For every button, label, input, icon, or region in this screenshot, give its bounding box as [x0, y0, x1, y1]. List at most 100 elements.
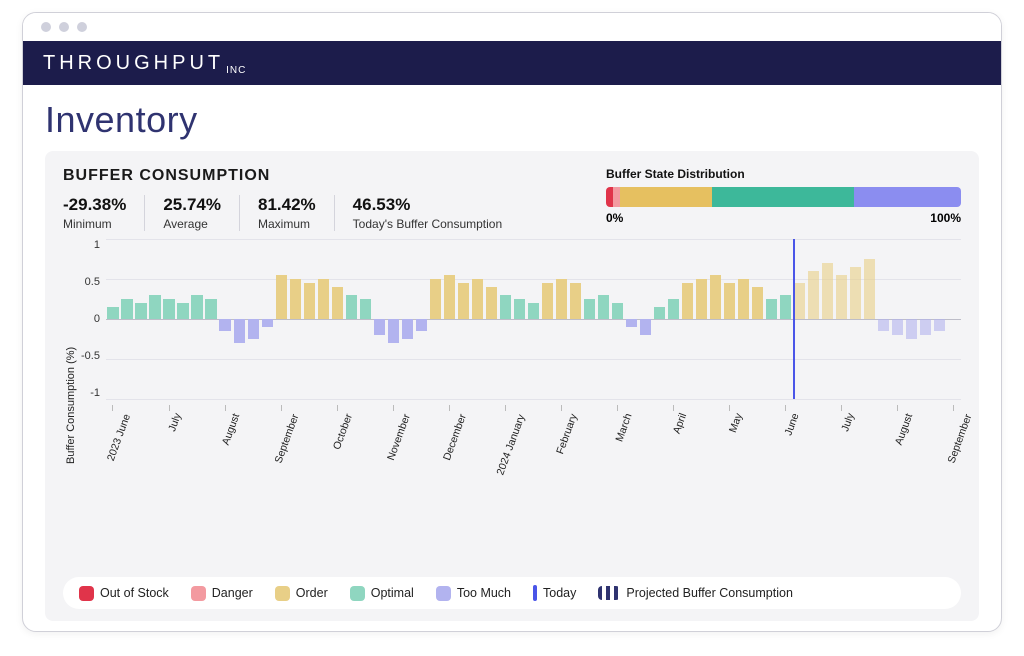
bar-col: [512, 239, 526, 399]
legend-label: Too Much: [457, 586, 511, 600]
x-tick: [512, 399, 526, 471]
distribution-bar: [606, 187, 961, 207]
bar-optimal: [500, 295, 511, 319]
bar-order: [682, 283, 693, 319]
bar-order: [276, 275, 287, 319]
legend-swatch: [436, 586, 451, 601]
x-tick: October: [330, 399, 344, 471]
bar-too_much: [878, 319, 889, 331]
bar-too_much: [402, 319, 413, 339]
x-tick: [639, 399, 653, 471]
x-tick: [793, 399, 807, 471]
distribution-segment-out_of_stock: [606, 187, 613, 207]
bar-col: [526, 239, 540, 399]
bar-order: [486, 287, 497, 319]
legend-label: Order: [296, 586, 328, 600]
x-tick: [456, 399, 470, 471]
bar-order: [850, 267, 861, 319]
bar-col: [316, 239, 330, 399]
y-axis: 10.50-0.5-1: [79, 239, 106, 399]
legend-item-optimal: Optimal: [350, 586, 414, 601]
window-dot[interactable]: [59, 22, 69, 32]
legend-label: Danger: [212, 586, 253, 600]
stat-item: -29.38% Minimum: [63, 195, 145, 231]
x-tick: [428, 399, 442, 471]
y-tick: 0.5: [81, 276, 100, 288]
bar-col: [919, 239, 933, 399]
bar-order: [738, 279, 749, 319]
page-title: Inventory: [45, 99, 979, 141]
bar-order: [794, 283, 805, 319]
bar-too_much: [234, 319, 245, 343]
bar-col: [414, 239, 428, 399]
bar-order: [696, 279, 707, 319]
panel-heading: BUFFER CONSUMPTION: [63, 167, 520, 185]
x-tick: November: [386, 399, 400, 471]
x-tick: February: [554, 399, 568, 471]
bar-order: [472, 279, 483, 319]
x-tick: [583, 399, 597, 471]
distribution-block: Buffer State Distribution 0% 100%: [606, 167, 961, 225]
y-tick: 1: [81, 239, 100, 251]
x-tick: [400, 399, 414, 471]
distribution-max: 100%: [930, 211, 961, 225]
x-tick: September: [947, 399, 961, 471]
bar-col: [344, 239, 358, 399]
bar-col: [484, 239, 498, 399]
stat-label: Maximum: [258, 217, 316, 231]
bar-too_much: [626, 319, 637, 327]
bar-order: [556, 279, 567, 319]
bar-order: [304, 283, 315, 319]
legend-swatch: [275, 586, 290, 601]
x-tick: [905, 399, 919, 471]
legend-label: Today: [543, 586, 576, 600]
bar-order: [836, 275, 847, 319]
stat-value: 81.42%: [258, 195, 316, 215]
x-tick: [358, 399, 372, 471]
bar-order: [290, 279, 301, 319]
bar-too_much: [640, 319, 651, 335]
bar-col: [625, 239, 639, 399]
bar-col: [723, 239, 737, 399]
x-tick: May: [723, 399, 737, 471]
bar-optimal: [584, 299, 595, 319]
stat-label: Today's Buffer Consumption: [353, 217, 502, 231]
bar-col: [863, 239, 877, 399]
plot-wrap: 2023 JuneJulyAugustSeptemberOctoberNovem…: [106, 239, 961, 571]
bar-col: [302, 239, 316, 399]
bar-order: [570, 283, 581, 319]
bar-too_much: [262, 319, 273, 327]
window-dot[interactable]: [77, 22, 87, 32]
stat-value: -29.38%: [63, 195, 126, 215]
bar-col: [428, 239, 442, 399]
bar-order: [752, 287, 763, 319]
x-tick: [344, 399, 358, 471]
x-tick: March: [611, 399, 625, 471]
bar-too_much: [906, 319, 917, 339]
window-dot[interactable]: [41, 22, 51, 32]
bar-too_much: [934, 319, 945, 331]
x-tick: [849, 399, 863, 471]
bar-order: [430, 279, 441, 319]
bar-col: [148, 239, 162, 399]
bar-order: [542, 283, 553, 319]
bar-order: [444, 275, 455, 319]
x-tick: [597, 399, 611, 471]
bar-order: [724, 283, 735, 319]
x-tick: [246, 399, 260, 471]
bar-optimal: [205, 299, 216, 319]
bar-col: [400, 239, 414, 399]
legend-item-order: Order: [275, 586, 328, 601]
bar-col: [260, 239, 274, 399]
bar-optimal: [668, 299, 679, 319]
x-tick: September: [274, 399, 288, 471]
bar-col: [134, 239, 148, 399]
x-tick: [190, 399, 204, 471]
legend-swatch: [533, 585, 537, 601]
bar-col: [597, 239, 611, 399]
bar-col: [218, 239, 232, 399]
window-controls: [23, 13, 1001, 41]
x-tick: [484, 399, 498, 471]
x-tick: [695, 399, 709, 471]
bar-col: [835, 239, 849, 399]
